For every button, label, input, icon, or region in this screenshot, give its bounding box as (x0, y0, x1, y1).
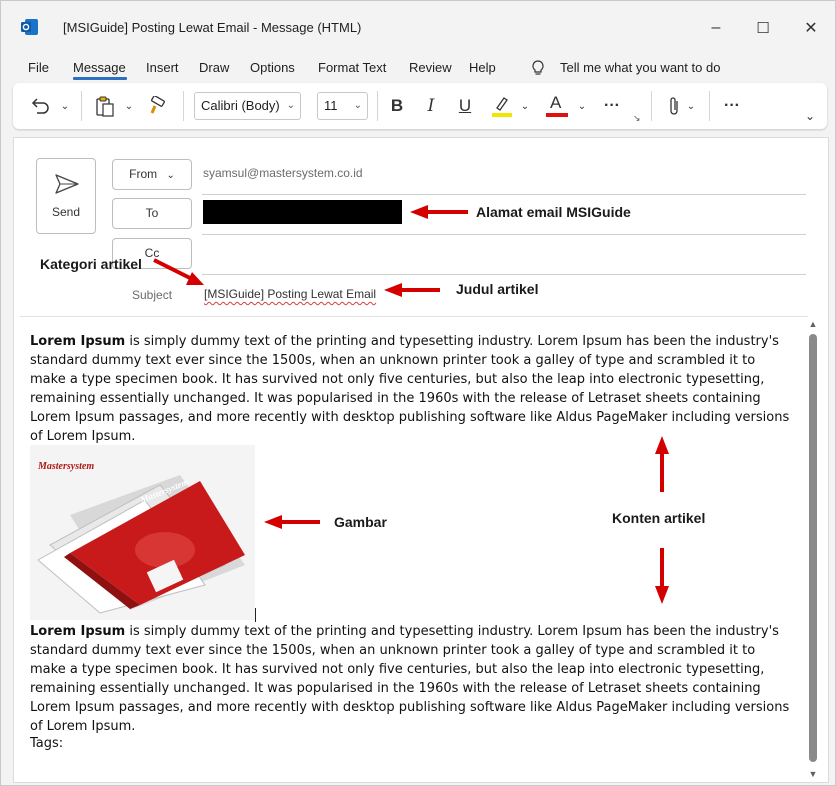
arrow-left-icon (410, 205, 428, 219)
ribbon-separator (709, 91, 710, 121)
undo-dropdown-chevron-icon[interactable]: ⌄ (59, 93, 71, 119)
lightbulb-icon (532, 60, 544, 75)
scroll-up-arrow-icon[interactable]: ▲ (806, 318, 820, 330)
arrow-left-icon (384, 283, 402, 297)
window-title: [MSIGuide] Posting Lewat Email - Message… (63, 20, 362, 35)
body-divider (20, 316, 808, 317)
undo-icon[interactable] (29, 96, 51, 116)
maximize-button[interactable]: ☐ (748, 15, 778, 41)
tab-file[interactable]: File (28, 60, 49, 75)
ribbon-separator (183, 91, 184, 121)
tab-insert[interactable]: Insert (146, 60, 179, 75)
paste-dropdown-chevron-icon[interactable]: ⌄ (123, 93, 135, 119)
chevron-down-icon: ⌄ (353, 100, 362, 111)
text-cursor (255, 608, 256, 622)
bold-text: Lorem Ipsum (30, 334, 126, 349)
font-color-dropdown-chevron-icon[interactable]: ⌄ (576, 93, 588, 119)
tags-label: Tags: (30, 736, 64, 751)
highlight-icon[interactable] (491, 94, 513, 118)
font-name-value: Calibri (Body) (201, 98, 280, 113)
scrollbar-thumb[interactable] (809, 334, 817, 762)
scroll-down-arrow-icon[interactable]: ▼ (806, 768, 820, 780)
font-color-button[interactable]: A (546, 93, 568, 117)
body-paragraph-2[interactable]: Lorem Ipsum is simply dummy text of the … (30, 622, 790, 736)
minimize-button[interactable]: – (701, 15, 731, 41)
paragraph-text: is simply dummy text of the printing and… (30, 334, 790, 444)
collapse-ribbon-chevron-icon[interactable]: ⌄ (803, 103, 817, 129)
active-tab-indicator (73, 77, 127, 80)
underline-button[interactable]: U (453, 93, 477, 119)
ribbon-separator (651, 91, 652, 121)
tab-format-text[interactable]: Format Text (318, 60, 386, 75)
bold-button[interactable]: B (385, 93, 409, 119)
paste-icon[interactable] (95, 95, 115, 117)
close-button[interactable]: ✕ (796, 15, 826, 41)
arrow-down-icon (655, 586, 669, 604)
overflow-button[interactable]: ··· (719, 93, 745, 119)
body-paragraph-1[interactable]: Lorem Ipsum is simply dummy text of the … (30, 332, 790, 446)
font-size-select[interactable]: 11 ⌄ (317, 92, 368, 120)
annotation-content: Konten artikel (612, 510, 706, 526)
format-painter-icon[interactable] (149, 96, 169, 116)
tell-me-search[interactable]: Tell me what you want to do (560, 60, 720, 75)
inserted-image[interactable]: Mastersystem Mastersystem (30, 445, 255, 620)
arrow-left-icon (264, 515, 282, 529)
highlight-dropdown-chevron-icon[interactable]: ⌄ (519, 93, 531, 119)
tab-help[interactable]: Help (469, 60, 496, 75)
outlook-app-icon (21, 19, 38, 35)
attach-dropdown-chevron-icon[interactable]: ⌄ (685, 93, 697, 119)
annotation-image: Gambar (334, 514, 387, 530)
font-size-value: 11 (324, 98, 338, 113)
brochure-image: Mastersystem Mastersystem (30, 445, 255, 620)
more-formatting-button[interactable]: ··· (599, 93, 625, 119)
tab-message[interactable]: Message (73, 60, 126, 75)
compose-pane: Send From ⌄ syamsul@mastersystem.co.id T… (13, 137, 829, 783)
paragraph-text: is simply dummy text of the printing and… (30, 624, 790, 734)
bold-text: Lorem Ipsum (30, 624, 126, 639)
outlook-message-window: [MSIGuide] Posting Lewat Email - Message… (0, 0, 836, 786)
ribbon-separator (81, 91, 82, 121)
tab-review[interactable]: Review (409, 60, 452, 75)
font-color-letter: A (550, 93, 562, 112)
title-bar: [MSIGuide] Posting Lewat Email - Message… (1, 1, 835, 53)
ribbon-tabs: File Message Insert Draw Options Format … (1, 55, 835, 81)
italic-button[interactable]: I (419, 93, 443, 119)
image-brand-text: Mastersystem (37, 461, 94, 472)
font-name-select[interactable]: Calibri (Body) ⌄ (194, 92, 301, 120)
chevron-down-icon: ⌄ (286, 100, 295, 111)
dialog-launcher-icon[interactable]: ↘ (633, 113, 641, 124)
ribbon-toolbar: ⌄ ⌄ Calibri (Body) ⌄ 11 ⌄ B I U ⌄ A ⌄ ··… (13, 83, 827, 129)
tab-options[interactable]: Options (250, 60, 295, 75)
vertical-scrollbar[interactable]: ▲ ▼ (806, 318, 820, 782)
font-color-swatch (546, 113, 568, 117)
attach-file-icon[interactable] (667, 95, 681, 117)
ribbon-separator (377, 91, 378, 121)
tab-draw[interactable]: Draw (199, 60, 229, 75)
